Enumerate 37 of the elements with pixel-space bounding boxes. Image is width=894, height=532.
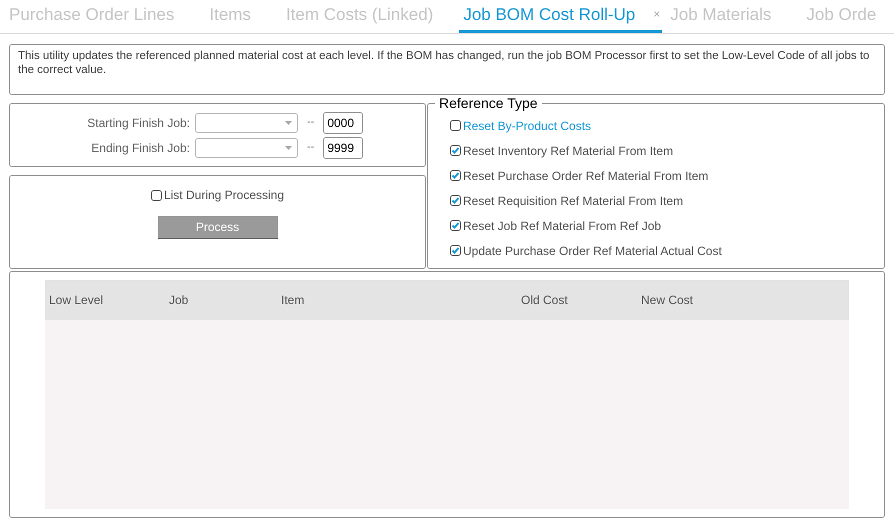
close-icon[interactable]: ×: [643, 5, 660, 24]
caret-icon: [285, 120, 292, 124]
column-header: Item: [280, 292, 306, 309]
checkbox[interactable]: [450, 120, 461, 131]
field-label: Starting Finish Job:: [86, 114, 191, 132]
tab[interactable]: Job Materials: [670, 2, 772, 33]
range-separator: --: [307, 115, 314, 130]
checkbox[interactable]: [450, 145, 461, 156]
range-separator: --: [307, 140, 314, 156]
checkbox[interactable]: [450, 170, 461, 181]
checkbox[interactable]: [150, 190, 162, 200]
tab[interactable]: Purchase Order Lines: [9, 2, 174, 33]
input-field[interactable]: 0000: [323, 112, 364, 134]
checkbox-label: Reset Requisition Ref Material From Item: [463, 192, 684, 210]
caret-icon: [285, 146, 292, 150]
group-legend: Reference Type: [435, 95, 542, 111]
checkbox[interactable]: [450, 245, 461, 256]
tab[interactable]: Items: [209, 2, 251, 33]
checkbox-label: Reset Inventory Ref Material From Item: [463, 142, 674, 160]
checkbox-label: Update Purchase Order Ref Material Actual Cost: [463, 242, 722, 260]
checkbox-label: Reset Purchase Order Ref Material From Item: [463, 168, 708, 184]
tab[interactable]: Job Orde: [806, 2, 876, 33]
process-button[interactable]: Process: [158, 216, 278, 239]
tab[interactable]: Job BOM Cost Roll-Up ×: [459, 2, 662, 33]
checkbox-label: Reset Job Ref Material From Ref Job: [463, 218, 662, 234]
checkbox-link[interactable]: Reset By-Product Costs: [463, 116, 592, 134]
field-label: Ending Finish Job:: [90, 140, 191, 156]
description-text: This utility updates the referenced planned material cost at each level. If the BOM has changed, run the job BOM Processor first to set the Low-Level Code of all jobs to the correct value.: [18, 49, 870, 77]
input-field[interactable]: 9999: [323, 136, 364, 158]
column-header: Job: [168, 292, 190, 309]
checkbox[interactable]: [450, 195, 461, 206]
column-header: Old Cost: [520, 292, 569, 309]
tab[interactable]: Item Costs (Linked): [286, 2, 434, 33]
checkbox[interactable]: [450, 220, 461, 231]
checkbox-label: List During Processing: [164, 187, 284, 204]
column-header: Low Level: [48, 292, 104, 309]
column-header: New Cost: [640, 292, 694, 309]
